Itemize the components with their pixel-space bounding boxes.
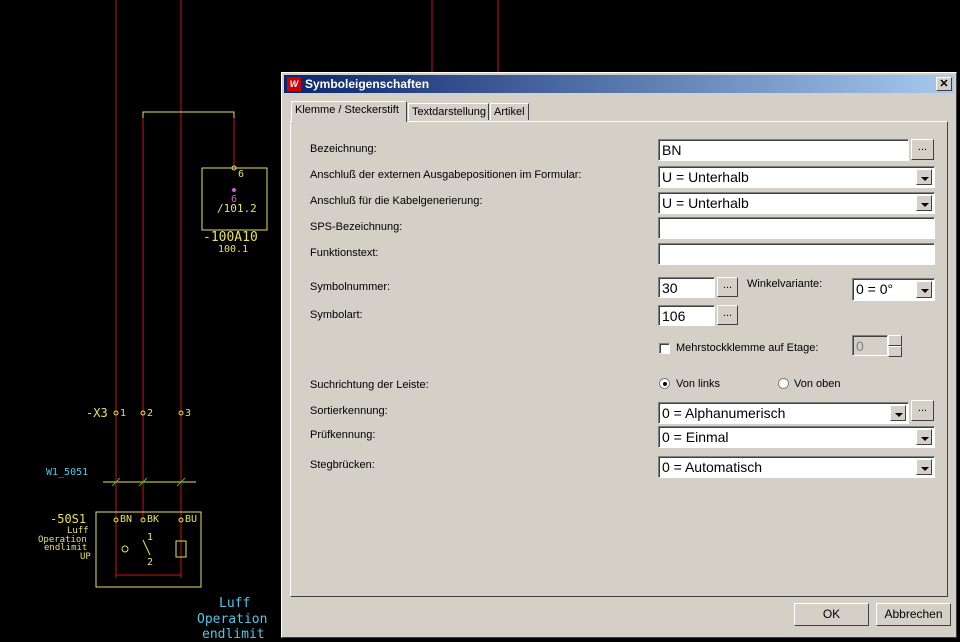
pin-label: BU xyxy=(185,514,198,525)
sortier-browse-button[interactable]: ... xyxy=(911,400,934,421)
spin-down-icon xyxy=(888,346,902,357)
bottom-description: Operation xyxy=(197,612,268,627)
symbolnummer-input[interactable]: 30 xyxy=(658,277,715,298)
mehrstock-spin-input: 0 xyxy=(852,335,888,356)
selected-value: 0 = Alphanumerisch xyxy=(662,405,786,421)
pruef-label: Prüfkennung: xyxy=(310,429,376,441)
mehrstock-checkbox[interactable] xyxy=(659,343,670,354)
radio-von-oben[interactable] xyxy=(778,378,789,389)
selected-value: U = Unterhalb xyxy=(662,195,749,211)
winkel-select[interactable]: 0 = 0° xyxy=(852,278,935,301)
chevron-down-icon[interactable] xyxy=(916,169,932,185)
bottom-description: Luff xyxy=(219,596,251,611)
mehrstock-label: Mehrstockklemme auf Etage: xyxy=(676,342,819,354)
terminal-number: 2 xyxy=(147,408,154,419)
winkel-label: Winkelvariante: xyxy=(747,278,823,290)
sortier-label: Sortierkennung: xyxy=(310,405,388,417)
ok-button[interactable]: OK xyxy=(794,603,869,626)
device-description: UP xyxy=(80,552,91,562)
von-oben-label: Von oben xyxy=(794,378,841,390)
terminal-number: 1 xyxy=(120,408,127,419)
selected-value: 0 = Einmal xyxy=(662,429,729,445)
von-links-label: Von links xyxy=(676,378,721,390)
app-icon: W xyxy=(287,77,301,91)
bezeichnung-input[interactable]: BN xyxy=(658,139,909,161)
device-tag: -100A10 xyxy=(203,230,258,245)
sortier-select[interactable]: 0 = Alphanumerisch xyxy=(658,402,909,424)
funktionstext-label: Funktionstext: xyxy=(310,247,379,259)
tab-artikel[interactable]: Artikel xyxy=(490,103,529,120)
cable-tag: W1_5051 xyxy=(46,467,89,478)
pin-label: 1 xyxy=(147,532,154,543)
symbolart-label: Symbolart: xyxy=(310,309,363,321)
pin-label: BN xyxy=(120,514,133,525)
anschluss-formular-label: Anschluß der externen Ausgabepositionen … xyxy=(310,169,582,181)
tab-textdarstellung[interactable]: Textdarstellung xyxy=(408,103,489,120)
anschluss-kabel-label: Anschluß für die Kabelgenerierung: xyxy=(310,195,483,207)
symbolart-input[interactable]: 106 xyxy=(658,305,715,326)
sps-label: SPS-Bezeichnung: xyxy=(310,221,403,233)
terminal-label: 6 xyxy=(238,169,245,180)
device-tag: -50S1 xyxy=(50,512,87,526)
pruef-select[interactable]: 0 = Einmal xyxy=(658,426,935,448)
funktionstext-input[interactable] xyxy=(658,243,935,265)
bezeichnung-browse-button[interactable]: ... xyxy=(911,139,934,160)
chevron-down-icon[interactable] xyxy=(916,281,932,298)
connection-dot xyxy=(232,188,236,192)
symbol-properties-dialog: W Symboleigenschaften ✕ Klemme / Stecker… xyxy=(281,72,957,638)
suchrichtung-label: Suchrichtung der Leiste: xyxy=(310,379,429,391)
pin-label: BK xyxy=(147,514,160,525)
terminal-strip-tag: -X3 xyxy=(86,406,108,420)
reference-label: /101.2 xyxy=(217,202,257,215)
selected-value: 0 = 0° xyxy=(856,281,894,297)
close-icon[interactable]: ✕ xyxy=(936,77,952,91)
bezeichnung-label: Bezeichnung: xyxy=(310,143,377,155)
steg-label: Stegbrücken: xyxy=(310,459,375,471)
anschluss-formular-select[interactable]: U = Unterhalb xyxy=(658,166,935,188)
dialog-title: Symboleigenschaften xyxy=(305,77,430,91)
tab-klemme[interactable]: Klemme / Steckerstift xyxy=(291,101,407,122)
anschluss-kabel-select[interactable]: U = Unterhalb xyxy=(658,192,935,214)
selected-value: U = Unterhalb xyxy=(662,169,749,185)
spin-up-icon xyxy=(888,335,902,346)
cancel-button[interactable]: Abbrechen xyxy=(876,603,951,626)
jumper xyxy=(142,111,235,118)
chevron-down-icon[interactable] xyxy=(916,429,932,445)
chevron-down-icon[interactable] xyxy=(916,195,932,211)
sps-input[interactable] xyxy=(658,217,935,239)
symbolnummer-label: Symbolnummer: xyxy=(310,281,391,293)
title-bar[interactable]: W Symboleigenschaften ✕ xyxy=(284,75,954,93)
symbolnummer-browse-button[interactable]: ... xyxy=(717,277,738,297)
reference-label: 100.1 xyxy=(218,244,249,255)
chevron-down-icon[interactable] xyxy=(890,405,906,421)
symbolart-browse-button[interactable]: ... xyxy=(717,305,738,325)
terminal-number: 3 xyxy=(185,408,192,419)
pin-label: 2 xyxy=(147,557,154,568)
chevron-down-icon[interactable] xyxy=(916,459,932,475)
selected-value: 0 = Automatisch xyxy=(662,459,763,475)
radio-von-links[interactable] xyxy=(659,378,670,389)
steg-select[interactable]: 0 = Automatisch xyxy=(658,456,935,478)
